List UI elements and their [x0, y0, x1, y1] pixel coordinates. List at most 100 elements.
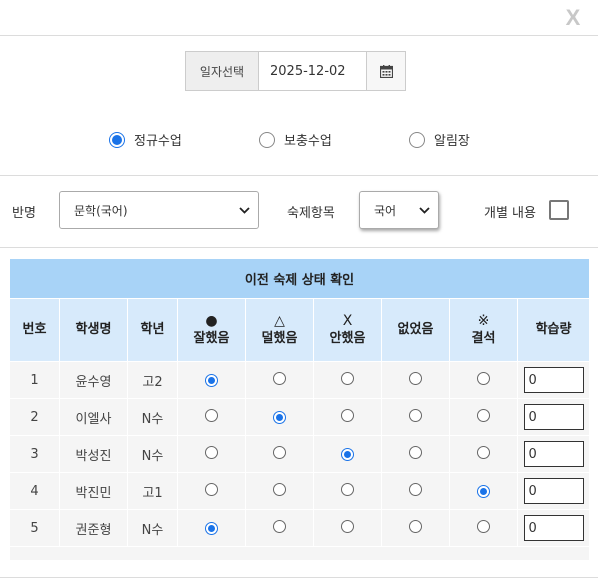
- column-header: 학생명: [59, 298, 128, 362]
- cell-no: 4: [9, 472, 60, 510]
- divider-top: [0, 35, 598, 36]
- homework-status-table: 이전 숙제 상태 확인 번호 학생명 학년 ● 잘했음 △ 덜했음 X 안했음 없었음 ※ 결석 학습량…: [8, 258, 591, 561]
- cell-status: [313, 509, 382, 547]
- date-picker: 일자선택: [185, 51, 406, 91]
- column-label: 결석: [471, 331, 496, 346]
- radio-label: 알림장: [434, 134, 470, 149]
- cell-status: [381, 435, 450, 473]
- table-body: 1윤수영고22이엘사N수3박성진N수4박진민고15권준형N수: [9, 361, 591, 547]
- cell-amount: [516, 361, 591, 399]
- status-radio[interactable]: [205, 445, 218, 459]
- radio-regular-class[interactable]: 정규수업: [109, 130, 182, 149]
- divider-bottom: [0, 247, 598, 248]
- status-radio[interactable]: [273, 445, 286, 459]
- cell-status: [381, 398, 450, 436]
- status-radio[interactable]: [273, 371, 286, 385]
- status-radio[interactable]: [341, 482, 354, 496]
- table-row: 1 윤수영 고2: [9, 361, 591, 399]
- cell-status: [177, 398, 246, 436]
- radio-label: 정규수업: [134, 134, 182, 149]
- status-radio[interactable]: [205, 521, 218, 535]
- status-radio[interactable]: [341, 408, 354, 422]
- radio-indicator[interactable]: [409, 131, 425, 148]
- status-radio[interactable]: [409, 482, 422, 496]
- table-row: 3 박성진 N수: [9, 435, 591, 473]
- cell-status: [177, 472, 246, 510]
- status-radio[interactable]: [477, 445, 490, 459]
- chevron-down-icon: [239, 206, 250, 214]
- cell-name: 박성진: [59, 435, 128, 473]
- radio-indicator[interactable]: [109, 131, 125, 148]
- class-select-value: 문학(국어): [74, 203, 128, 218]
- column-symbol: X: [342, 313, 353, 329]
- cell-amount: [516, 435, 591, 473]
- status-radio[interactable]: [205, 373, 218, 387]
- close-icon[interactable]: X: [563, 6, 583, 30]
- divider-footer: [0, 577, 598, 578]
- column-label: 덜했음: [261, 331, 298, 346]
- table-row: 4 박진민 고1: [9, 472, 591, 510]
- individual-content-checkbox[interactable]: [549, 200, 569, 220]
- cell-no: 3: [9, 435, 60, 473]
- column-header: 없었음: [381, 298, 450, 362]
- radio-notice[interactable]: 알림장: [409, 130, 470, 149]
- status-radio[interactable]: [273, 519, 286, 533]
- cell-status: [313, 435, 382, 473]
- cell-status: [449, 398, 518, 436]
- cell-amount: [516, 472, 591, 510]
- status-radio[interactable]: [409, 519, 422, 533]
- column-label: 학년: [140, 322, 165, 337]
- homework-subject-select[interactable]: 국어: [359, 191, 439, 229]
- date-label: 일자선택: [185, 51, 259, 91]
- cell-name: 윤수영: [59, 361, 128, 399]
- individual-content-label: 개별 내용: [484, 206, 536, 221]
- column-header: △ 덜했음: [245, 298, 314, 362]
- cell-grade: 고1: [127, 472, 178, 510]
- study-amount-input[interactable]: [523, 367, 584, 393]
- cell-no: 1: [9, 361, 60, 399]
- status-radio[interactable]: [477, 408, 490, 422]
- cell-no: 5: [9, 509, 60, 547]
- subject-select-value: 국어: [374, 203, 397, 218]
- study-amount-input[interactable]: [523, 478, 584, 504]
- column-header: X 안했음: [313, 298, 382, 362]
- status-radio[interactable]: [409, 408, 422, 422]
- table-footer-cell: [8, 546, 591, 561]
- status-radio[interactable]: [205, 482, 218, 496]
- study-amount-input[interactable]: [523, 441, 584, 467]
- calendar-button[interactable]: [367, 51, 406, 91]
- column-label: 학습량: [535, 322, 572, 337]
- cell-status: [245, 509, 314, 547]
- column-symbol: ●: [205, 313, 218, 329]
- cell-grade: N수: [127, 435, 178, 473]
- cell-status: [177, 509, 246, 547]
- status-radio[interactable]: [341, 519, 354, 533]
- radio-supplementary-class[interactable]: 보충수업: [259, 130, 332, 149]
- status-radio[interactable]: [477, 519, 490, 533]
- status-radio[interactable]: [477, 371, 490, 385]
- cell-status: [381, 361, 450, 399]
- status-radio[interactable]: [341, 371, 354, 385]
- status-radio[interactable]: [341, 447, 354, 461]
- status-radio[interactable]: [273, 482, 286, 496]
- class-select[interactable]: 문학(국어): [59, 191, 259, 229]
- cell-status: [313, 361, 382, 399]
- study-amount-input[interactable]: [523, 515, 584, 541]
- status-radio[interactable]: [205, 408, 218, 422]
- status-radio[interactable]: [409, 445, 422, 459]
- cell-status: [177, 435, 246, 473]
- status-radio[interactable]: [477, 484, 490, 498]
- class-name-label: 반명: [12, 206, 36, 221]
- radio-indicator[interactable]: [259, 131, 275, 148]
- status-radio[interactable]: [409, 371, 422, 385]
- cell-status: [449, 509, 518, 547]
- status-radio[interactable]: [273, 410, 286, 424]
- cell-status: [245, 398, 314, 436]
- cell-status: [449, 361, 518, 399]
- cell-name: 이엘사: [59, 398, 128, 436]
- date-input[interactable]: [259, 51, 367, 91]
- cell-status: [245, 472, 314, 510]
- study-amount-input[interactable]: [523, 404, 584, 430]
- table-footer: [8, 546, 591, 561]
- column-header: ※ 결석: [449, 298, 518, 362]
